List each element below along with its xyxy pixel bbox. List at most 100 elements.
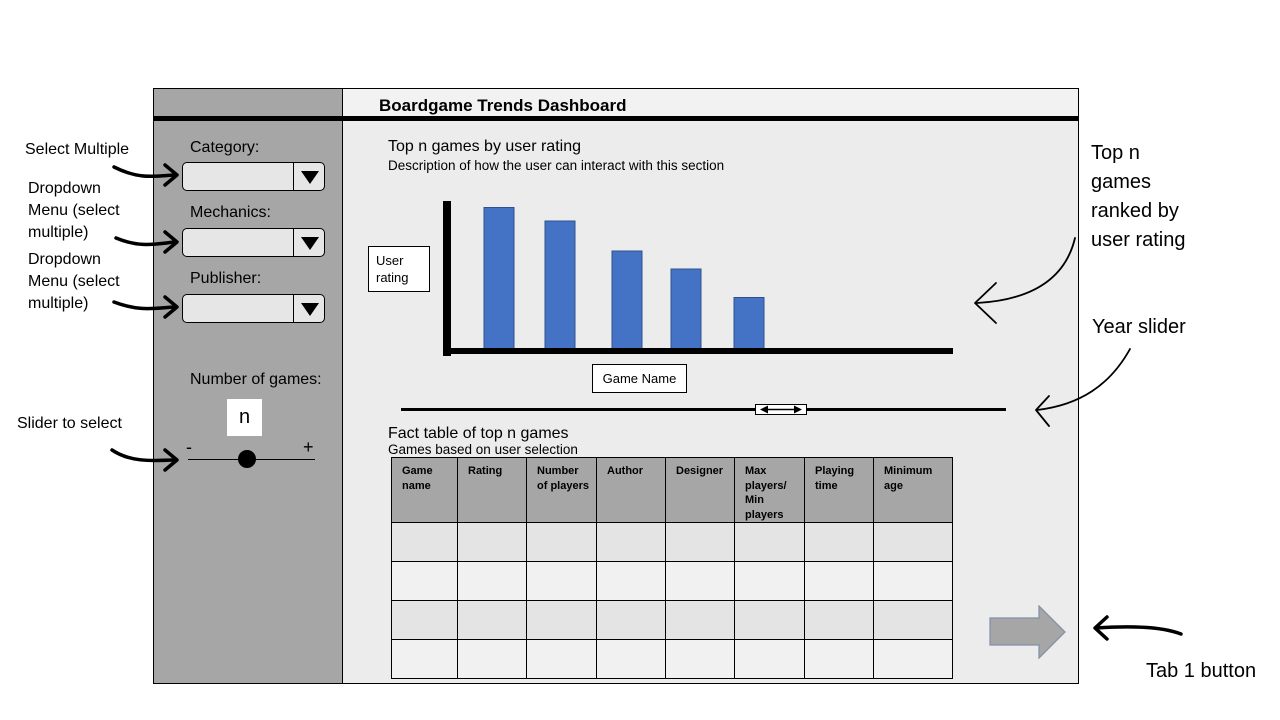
annotation-dropdown-2: Dropdown Menu (select multiple) <box>28 249 120 315</box>
column-header-minimum-age[interactable]: Minimum age <box>873 457 953 523</box>
table-cell <box>457 639 527 679</box>
table-row <box>391 561 953 601</box>
dropdown-separator <box>293 229 294 256</box>
year-slider-track[interactable] <box>401 408 1006 411</box>
column-header-max-min-players[interactable]: Max players/ Min players <box>734 457 805 523</box>
table-cell <box>665 600 735 640</box>
year-slider-handle[interactable] <box>755 404 807 415</box>
column-header-author[interactable]: Author <box>596 457 666 523</box>
fact-table: Game name Rating Number of players Autho… <box>391 457 953 679</box>
table-cell <box>873 600 953 640</box>
number-of-games-value: n <box>227 399 262 436</box>
column-header-number-of-players[interactable]: Number of players <box>526 457 597 523</box>
table-cell <box>526 522 597 562</box>
bar-5[interactable] <box>733 297 765 351</box>
chevron-down-icon[interactable] <box>301 303 319 316</box>
annotation-line: Dropdown <box>28 180 101 197</box>
table-cell <box>665 522 735 562</box>
table-cell <box>804 522 874 562</box>
publisher-dropdown[interactable] <box>182 294 325 323</box>
chart-title: Top n games by user rating <box>388 138 581 155</box>
y-axis-label: User rating <box>368 246 430 292</box>
table-cell <box>873 522 953 562</box>
tab-1-button[interactable] <box>989 605 1069 661</box>
dropdown-separator <box>293 295 294 322</box>
table-cell <box>457 600 527 640</box>
publisher-label: Publisher: <box>190 270 262 287</box>
table-cell <box>804 561 874 601</box>
annotation-line: Menu (select <box>28 273 120 290</box>
chart-description: Description of how the user can interact… <box>388 158 725 173</box>
x-axis-label: Game Name <box>592 364 687 393</box>
mechanics-label: Mechanics: <box>190 204 271 221</box>
annotation-top-n: Top n games ranked by user rating <box>1091 139 1186 255</box>
table-cell <box>734 600 805 640</box>
column-header-game-name[interactable]: Game name <box>391 457 458 523</box>
annotation-line: user rating <box>1091 229 1186 251</box>
table-cell <box>596 639 666 679</box>
annotation-select-multiple: Select Multiple <box>25 141 130 158</box>
annotation-line: Top n <box>1091 142 1140 164</box>
arrowhead-tab <box>1093 615 1109 641</box>
category-dropdown[interactable] <box>182 162 325 191</box>
table-subtitle: Games based on user selection <box>388 442 578 457</box>
table-row <box>391 522 953 562</box>
table-cell <box>596 522 666 562</box>
table-cell <box>526 561 597 601</box>
annotation-line: multiple) <box>28 295 89 312</box>
table-cell <box>873 561 953 601</box>
table-cell <box>873 639 953 679</box>
bar-4[interactable] <box>670 268 702 351</box>
column-header-playing-time[interactable]: Playing time <box>804 457 874 523</box>
table-cell <box>665 561 735 601</box>
bar-chart <box>443 201 953 356</box>
table-cell <box>665 639 735 679</box>
table-cell <box>391 600 458 640</box>
header-divider <box>153 116 1079 121</box>
page-title: Boardgame Trends Dashboard <box>379 96 627 115</box>
table-title: Fact table of top n games <box>388 425 569 442</box>
table-cell <box>526 639 597 679</box>
annotation-line: games <box>1091 171 1152 193</box>
bar-3[interactable] <box>611 250 643 351</box>
table-cell <box>804 639 874 679</box>
chevron-down-icon[interactable] <box>301 237 319 250</box>
table-cell <box>734 561 805 601</box>
number-slider-knob[interactable] <box>238 450 256 468</box>
table-cell <box>596 561 666 601</box>
table-cell <box>457 561 527 601</box>
table-header-row: Game name Rating Number of players Autho… <box>391 457 953 523</box>
double-arrow-icon <box>760 405 802 414</box>
annotation-line: multiple) <box>28 224 89 241</box>
category-label: Category: <box>190 139 260 156</box>
annotation-line: ranked by <box>1091 200 1179 222</box>
table-cell <box>804 600 874 640</box>
annotation-line: Dropdown <box>28 251 101 268</box>
slider-minus[interactable]: - <box>186 437 192 458</box>
chevron-down-icon[interactable] <box>301 171 319 184</box>
annotation-slider-to-select: Slider to select <box>17 415 122 432</box>
table-cell <box>391 561 458 601</box>
slider-plus[interactable]: + <box>303 437 314 458</box>
annotation-dropdown-1: Dropdown Menu (select multiple) <box>28 178 120 244</box>
column-header-rating[interactable]: Rating <box>457 457 527 523</box>
dropdown-separator <box>293 163 294 190</box>
x-axis <box>443 348 953 354</box>
bar-1[interactable] <box>483 207 515 351</box>
table-row <box>391 639 953 679</box>
column-header-designer[interactable]: Designer <box>665 457 735 523</box>
bar-2[interactable] <box>544 220 576 351</box>
number-of-games-label: Number of games: <box>190 371 322 388</box>
table-cell <box>457 522 527 562</box>
annotation-line: Menu (select <box>28 202 120 219</box>
arrow-right-icon[interactable] <box>989 605 1066 660</box>
table-cell <box>391 522 458 562</box>
table-row <box>391 600 953 640</box>
annotation-year-slider: Year slider <box>1092 316 1186 338</box>
y-axis <box>443 201 451 356</box>
table-cell <box>734 639 805 679</box>
mechanics-dropdown[interactable] <box>182 228 325 257</box>
table-cell <box>734 522 805 562</box>
arrow-tab <box>1094 625 1183 636</box>
annotation-tab-button: Tab 1 button <box>1146 660 1257 682</box>
